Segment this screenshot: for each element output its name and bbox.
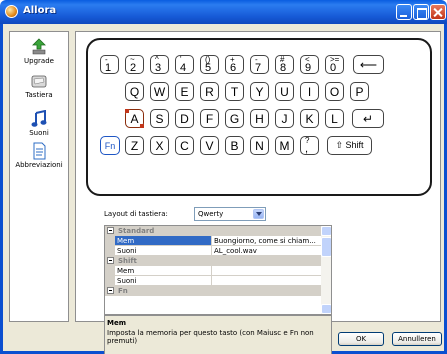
key-4[interactable]: ' 4 <box>175 55 194 74</box>
key-o[interactable]: O <box>325 82 344 101</box>
key-q[interactable]: Q <box>125 82 144 101</box>
sidebar-item-tastiera[interactable]: Tastiera <box>10 72 68 99</box>
sidebar-item-upgrade[interactable]: Upgrade <box>10 38 68 65</box>
collapse-icon[interactable] <box>107 227 114 234</box>
grid-category-fn[interactable]: Fn <box>105 286 321 296</box>
key-5[interactable]: () 5 <box>200 55 219 74</box>
key-l[interactable]: L <box>325 109 344 128</box>
sidebar-item-label: Suoni <box>29 129 49 137</box>
enter-icon: ↵ <box>362 111 374 126</box>
key-g[interactable]: G <box>225 109 244 128</box>
shift-key[interactable]: ⇧ Shift <box>327 136 372 155</box>
key-p[interactable]: P <box>350 82 369 101</box>
key-8[interactable]: #8 <box>275 55 294 74</box>
key-r[interactable]: R <box>200 82 219 101</box>
keyboard: -1 ~2 ^ 3 ' 4 () 5 +6 -7 #8 <9 >= 0 ⟵ Q W E … <box>86 38 432 196</box>
sidebar-item-label: Upgrade <box>24 57 54 65</box>
layout-label: Layout di tastiera: <box>104 210 168 218</box>
key-7[interactable]: -7 <box>250 55 269 74</box>
key-3[interactable]: ^ 3 <box>150 55 169 74</box>
description-panel: Mem Imposta la memoria per questo tasto … <box>104 315 332 354</box>
collapse-icon[interactable] <box>107 287 114 294</box>
description-text: Imposta la memoria per questo tasto (con… <box>107 329 314 345</box>
key-h[interactable]: H <box>250 109 269 128</box>
key-v[interactable]: V <box>200 136 219 155</box>
title-bar: Allora <box>0 0 447 24</box>
key-a[interactable]: A <box>125 109 144 128</box>
property-grid: Standard Mem Buongiorno, come si chiam..… <box>104 225 332 315</box>
grid-scrollbar[interactable] <box>321 226 331 314</box>
document-icon <box>30 142 48 160</box>
key-i[interactable]: I <box>300 82 319 101</box>
app-icon <box>5 5 18 18</box>
backspace-icon: ⟵ <box>359 57 378 72</box>
grid-row-name: Suoni <box>105 276 211 286</box>
key-1[interactable]: -1 <box>100 55 119 74</box>
grid-category-shift[interactable]: Shift <box>105 256 321 266</box>
layout-select[interactable]: Qwerty <box>194 207 266 221</box>
sidebar-item-label: Tastiera <box>25 91 53 99</box>
key-2[interactable]: ~2 <box>125 55 144 74</box>
key-x[interactable]: X <box>150 136 169 155</box>
key-y[interactable]: Y <box>250 82 269 101</box>
enter-key[interactable]: ↵ <box>352 109 384 128</box>
music-note-icon <box>30 109 48 128</box>
grid-row-name: Suoni <box>105 246 211 256</box>
key-f[interactable]: F <box>200 109 219 128</box>
key-punctuation[interactable]: ?, <box>300 136 319 155</box>
grid-row-value[interactable] <box>211 276 321 286</box>
collapse-icon[interactable] <box>107 257 114 264</box>
minimize-button[interactable] <box>396 4 412 20</box>
window-title: Allora <box>23 5 57 16</box>
key-k[interactable]: K <box>300 109 319 128</box>
grid-row-value[interactable]: AL_cool.wav <box>211 246 321 256</box>
scroll-up-icon[interactable] <box>321 226 331 236</box>
grid-row-name: Mem <box>105 236 211 246</box>
key-c[interactable]: C <box>175 136 194 155</box>
key-u[interactable]: U <box>275 82 294 101</box>
key-0[interactable]: >= 0 <box>325 55 344 74</box>
scroll-down-icon[interactable] <box>321 304 331 314</box>
key-t[interactable]: T <box>225 82 244 101</box>
grid-row[interactable]: Mem Buongiorno, come si chiam... <box>105 236 321 246</box>
main-panel: -1 ~2 ^ 3 ' 4 () 5 +6 -7 #8 <9 >= 0 ⟵ Q W E … <box>75 31 441 354</box>
key-w[interactable]: W <box>150 82 169 101</box>
key-m[interactable]: M <box>275 136 294 155</box>
fn-key[interactable]: Fn <box>100 136 120 155</box>
key-d[interactable]: D <box>175 109 194 128</box>
maximize-button[interactable] <box>413 4 429 20</box>
upgrade-icon <box>30 38 48 56</box>
key-s[interactable]: S <box>150 109 169 128</box>
grid-row[interactable]: Suoni AL_cool.wav <box>105 246 321 256</box>
sidebar-item-suoni[interactable]: Suoni <box>10 109 68 137</box>
grid-category-standard[interactable]: Standard <box>105 226 321 236</box>
sidebar-item-abbreviazioni[interactable]: Abbreviazioni <box>10 142 68 169</box>
chevron-down-icon[interactable] <box>253 209 264 219</box>
grid-row-value[interactable] <box>211 266 321 276</box>
key-n[interactable]: N <box>250 136 269 155</box>
grid-row-value[interactable]: Buongiorno, come si chiam... <box>211 236 321 246</box>
key-b[interactable]: B <box>225 136 244 155</box>
grid-row-name: Mem <box>105 266 211 276</box>
ok-button[interactable]: OK <box>338 332 384 346</box>
grid-row[interactable]: Mem <box>105 266 321 276</box>
close-button[interactable] <box>430 4 446 20</box>
cancel-button[interactable]: Annulleren <box>392 332 442 346</box>
layout-select-value: Qwerty <box>198 210 224 218</box>
key-j[interactable]: J <box>275 109 294 128</box>
backspace-key[interactable]: ⟵ <box>353 55 384 74</box>
keyboard-icon <box>30 72 48 90</box>
scroll-thumb[interactable] <box>321 237 331 257</box>
sidebar-item-label: Abbreviazioni <box>15 161 63 169</box>
key-e[interactable]: E <box>175 82 194 101</box>
key-9[interactable]: <9 <box>300 55 319 74</box>
description-title: Mem <box>107 319 127 327</box>
grid-row[interactable]: Suoni <box>105 276 321 286</box>
window-body: Upgrade Tastiera Suoni Abbreviazioni -1 … <box>0 24 447 354</box>
key-6[interactable]: +6 <box>225 55 244 74</box>
key-z[interactable]: Z <box>125 136 144 155</box>
sidebar: Upgrade Tastiera Suoni Abbreviazioni <box>9 31 69 322</box>
